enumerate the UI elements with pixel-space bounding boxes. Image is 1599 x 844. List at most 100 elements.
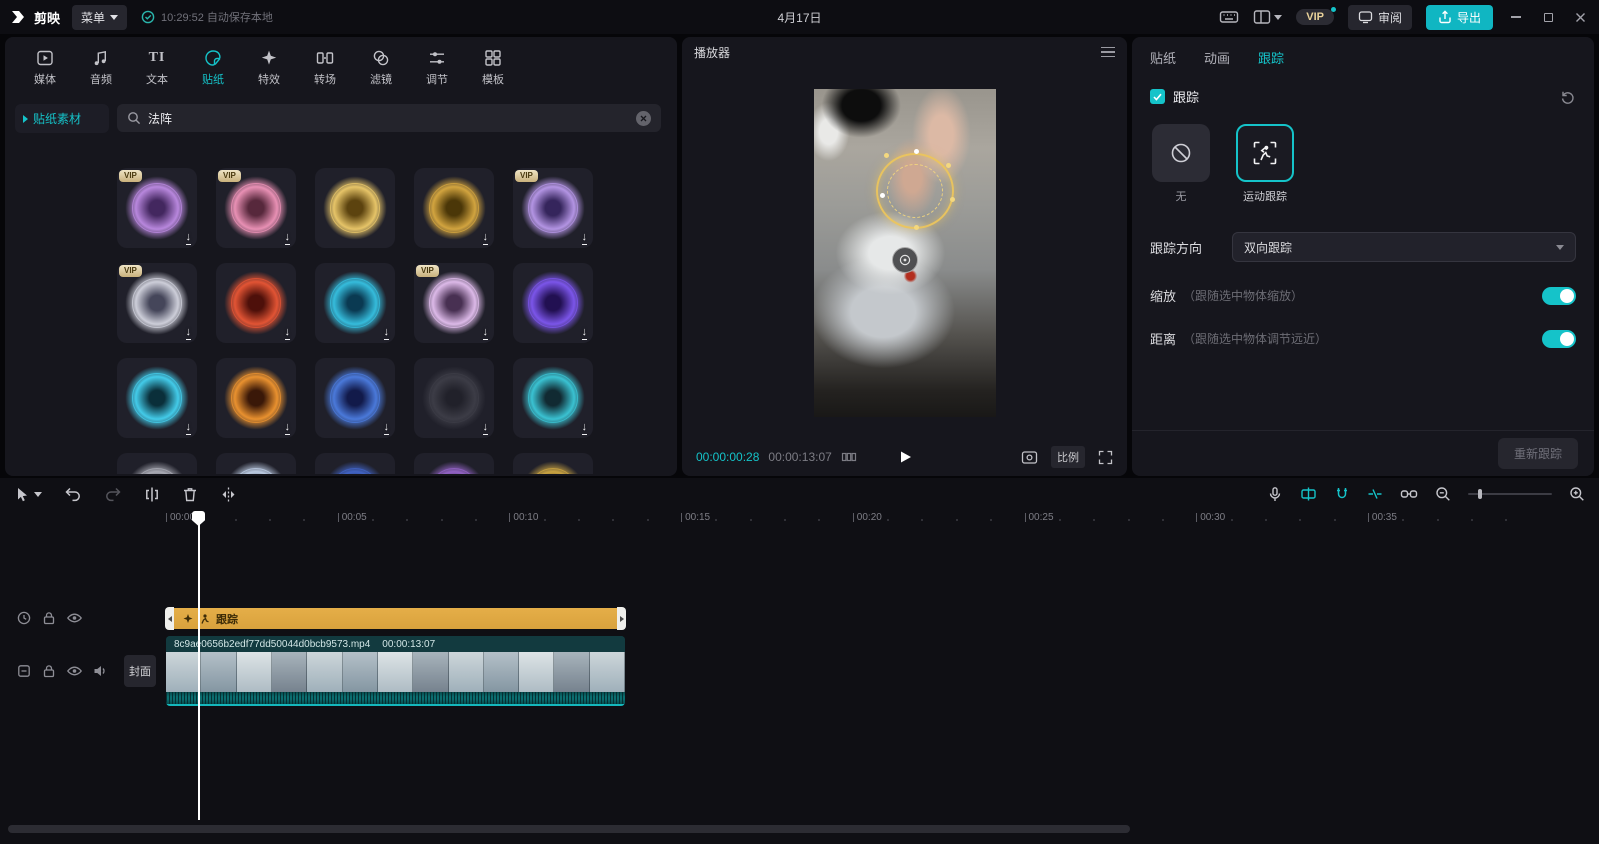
- sticker-thumb-silver-ornate-circle[interactable]: [117, 453, 197, 474]
- search-bar[interactable]: 法阵: [117, 104, 661, 132]
- sticker-thumb-blue-glow-circle[interactable]: [315, 453, 395, 474]
- layout-icon[interactable]: [1253, 9, 1282, 25]
- sticker-thumb-purple-rings[interactable]: [414, 453, 494, 474]
- fullscreen-icon[interactable]: [1098, 450, 1113, 465]
- tab-templates[interactable]: 模板: [465, 45, 521, 90]
- download-icon[interactable]: ↓: [285, 232, 291, 245]
- video-preview[interactable]: [814, 89, 996, 417]
- fit-preview-icon[interactable]: [1021, 450, 1038, 465]
- sticker-thumb-moon-ornament[interactable]: VIP↓: [414, 263, 494, 343]
- sticker-thumb-cyan-magic-circle[interactable]: ↓: [315, 263, 395, 343]
- tab-sticker[interactable]: 贴纸: [185, 45, 241, 90]
- sticker-thumb-silver-star-moon[interactable]: VIP↓: [117, 263, 197, 343]
- tracked-sticker-overlay[interactable]: [876, 153, 954, 229]
- eye-icon[interactable]: [66, 610, 83, 626]
- clip-trim-handle-right[interactable]: [617, 607, 626, 630]
- zoom-in-icon[interactable]: [1569, 486, 1585, 502]
- download-icon[interactable]: ↓: [384, 422, 390, 435]
- timeline-ruler[interactable]: 00:0000:0500:1000:1500:2000:2500:3000:35: [0, 510, 1599, 530]
- download-icon[interactable]: ↓: [483, 422, 489, 435]
- frame-view-icon[interactable]: [841, 450, 857, 464]
- timeline-zoom-slider[interactable]: [1468, 493, 1552, 495]
- lock-icon[interactable]: [41, 663, 57, 679]
- sticker-thumb-cyan-line-circle[interactable]: ↓: [513, 358, 593, 438]
- tab-animation[interactable]: 动画: [1204, 48, 1230, 67]
- tab-adjust[interactable]: 调节: [409, 45, 465, 90]
- select-tool-button[interactable]: [14, 486, 42, 503]
- direction-select[interactable]: 双向跟踪: [1232, 232, 1576, 262]
- download-icon[interactable]: ↓: [186, 327, 192, 340]
- sticker-thumb-fire-ring[interactable]: ↓: [216, 358, 296, 438]
- sticker-thumb-violet-magic-circle[interactable]: ↓: [513, 263, 593, 343]
- sticker-thumb-white-blue-circle[interactable]: [216, 453, 296, 474]
- sticker-thumb-faint-circle[interactable]: ↓: [414, 358, 494, 438]
- download-icon[interactable]: ↓: [285, 327, 291, 340]
- clip-trim-handle-left[interactable]: [165, 607, 174, 630]
- player-menu-icon[interactable]: [1101, 47, 1115, 58]
- tab-sticker-props[interactable]: 贴纸: [1150, 48, 1176, 67]
- scale-toggle[interactable]: [1542, 287, 1576, 305]
- sticker-thumb-blue-magic-circle[interactable]: ↓: [315, 358, 395, 438]
- redo-button[interactable]: [104, 486, 122, 502]
- tab-filters[interactable]: 滤镜: [353, 45, 409, 90]
- sticker-thumb-red-pentagram[interactable]: ↓: [216, 263, 296, 343]
- sticker-thumb-flower-arch[interactable]: VIP↓: [216, 168, 296, 248]
- sticker-thumb-gold-magic-circle[interactable]: ↓: [414, 168, 494, 248]
- tracking-option-motion[interactable]: 运动跟踪: [1234, 124, 1296, 204]
- sticker-thumb-gold-pentagram[interactable]: [315, 168, 395, 248]
- download-icon[interactable]: ↓: [582, 232, 588, 245]
- preview-axis-icon[interactable]: [1300, 486, 1317, 502]
- export-button[interactable]: 导出: [1426, 5, 1493, 30]
- tab-tracking[interactable]: 跟踪: [1258, 48, 1284, 67]
- menu-button[interactable]: 菜单: [72, 5, 127, 30]
- tracking-point-button[interactable]: [892, 247, 918, 273]
- zoom-out-icon[interactable]: [1435, 486, 1451, 502]
- download-icon[interactable]: ↓: [186, 422, 192, 435]
- download-icon[interactable]: ↓: [483, 327, 489, 340]
- sticker-thumb-gold-rings[interactable]: [513, 453, 593, 474]
- tracking-option-none[interactable]: 无: [1150, 124, 1212, 204]
- minimize-button[interactable]: [1507, 8, 1525, 26]
- maximize-button[interactable]: [1539, 8, 1557, 26]
- play-button[interactable]: [897, 449, 913, 465]
- download-icon[interactable]: ↓: [285, 422, 291, 435]
- lock-icon[interactable]: [41, 610, 57, 626]
- tab-media[interactable]: 媒体: [17, 45, 73, 90]
- tracking-checkbox[interactable]: [1150, 89, 1165, 104]
- undo-button[interactable]: [64, 486, 82, 502]
- speaker-icon[interactable]: [92, 663, 108, 679]
- download-icon[interactable]: ↓: [582, 422, 588, 435]
- video-clip[interactable]: 8c9ae0656b2edf77dd50044d0bcb9573.mp4 00:…: [166, 636, 625, 706]
- download-icon[interactable]: ↓: [384, 327, 390, 340]
- split-button[interactable]: [144, 486, 160, 503]
- clock-icon[interactable]: [16, 610, 32, 626]
- mirror-button[interactable]: [220, 486, 237, 503]
- reset-icon[interactable]: [1560, 89, 1576, 105]
- tab-text[interactable]: TI 文本: [129, 45, 185, 90]
- close-button[interactable]: [1571, 8, 1589, 26]
- sticker-thumb-purple-moon[interactable]: VIP↓: [513, 168, 593, 248]
- sticker-thumb-planet-ring[interactable]: VIP↓: [117, 168, 197, 248]
- zoom-slider-knob[interactable]: [1478, 489, 1482, 499]
- download-icon[interactable]: ↓: [186, 232, 192, 245]
- sticker-clip[interactable]: 跟踪: [166, 608, 625, 629]
- distance-toggle[interactable]: [1542, 330, 1576, 348]
- tab-audio[interactable]: 音频: [73, 45, 129, 90]
- keyboard-shortcuts-icon[interactable]: [1219, 9, 1239, 25]
- timeline-scrollbar[interactable]: [8, 825, 1130, 833]
- vip-badge[interactable]: VIP: [1296, 9, 1334, 25]
- main-track-magnet-icon[interactable]: [1334, 486, 1350, 502]
- retrack-button[interactable]: 重新跟踪: [1498, 438, 1578, 469]
- eye-icon[interactable]: [66, 663, 83, 679]
- review-button[interactable]: 审阅: [1348, 5, 1412, 30]
- linkage-icon[interactable]: [1400, 487, 1418, 501]
- delete-button[interactable]: [182, 486, 198, 503]
- ratio-button[interactable]: 比例: [1051, 446, 1085, 468]
- sidebar-item-sticker-material[interactable]: 贴纸素材: [15, 104, 109, 133]
- cover-button[interactable]: 封面: [124, 655, 156, 687]
- record-voiceover-icon[interactable]: [1267, 486, 1283, 503]
- collapse-track-icon[interactable]: [16, 663, 32, 679]
- tab-transitions[interactable]: 转场: [297, 45, 353, 90]
- download-icon[interactable]: ↓: [483, 232, 489, 245]
- download-icon[interactable]: ↓: [582, 327, 588, 340]
